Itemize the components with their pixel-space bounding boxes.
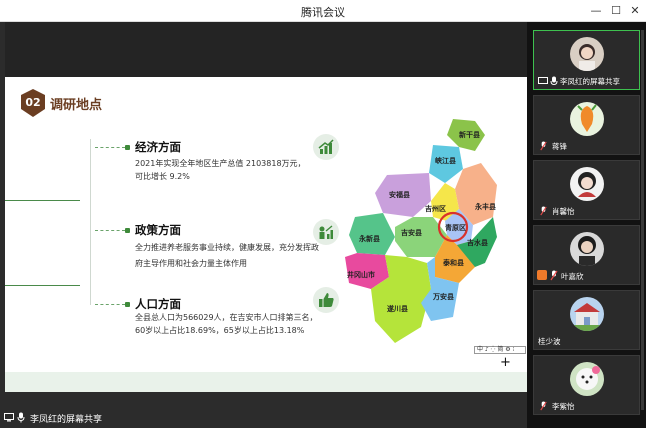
section-text-line: 全县总人口为566029人，在吉安市人口排第三名， [135, 313, 318, 322]
participant-name: 李紫怡 [552, 402, 575, 411]
map-label: 泰和县 [442, 258, 464, 267]
map-label: 峡江县 [435, 156, 456, 165]
section-bullet [125, 228, 130, 233]
section-text: 2021年实现全年地区生产总值 2103818万元， 可比增长 9.2% [135, 157, 315, 183]
avatar [570, 167, 604, 201]
input-method-toolbar[interactable]: 中 ♪ ⁛ 简 ⚙ ⁝ [474, 346, 526, 354]
participant-tile[interactable]: 蒋锋 [533, 95, 640, 155]
presentation-slide: 02 调研地点 经济方面 2021年实现全年地区生产总值 2103818万元， … [5, 77, 527, 372]
map-label: 永新县 [358, 234, 380, 243]
map-region-yongxin [349, 213, 395, 255]
participant-panel[interactable]: 李凤红的屏幕共享 蒋锋 肖馨怡 叶嘉欣 桂少波 李紫怡 [527, 22, 646, 428]
screen-share-area[interactable]: 02 调研地点 经济方面 2021年实现全年地区生产总值 2103818万元， … [0, 22, 527, 428]
section-text: 全县总人口为566029人，在吉安市人口排第三名， 60岁以上占比18.69%，… [135, 311, 335, 337]
screen-share-indicator[interactable]: 李凤红的屏幕共享 [0, 408, 170, 428]
minimize-icon[interactable]: — [588, 3, 604, 19]
participant-name: 桂少波 [538, 337, 561, 346]
section-heading: 人口方面 [135, 297, 181, 311]
avatar [570, 362, 604, 396]
map-label: 吉水县 [467, 238, 488, 247]
participant-tile[interactable]: 李紫怡 [533, 355, 640, 415]
participant-tile[interactable]: 肖馨怡 [533, 160, 640, 220]
timeline-horizontal-line [5, 200, 80, 201]
participant-tile[interactable]: 李凤红的屏幕共享 [533, 30, 640, 90]
map-label: 遂川县 [387, 304, 408, 313]
map-label: 吉安县 [401, 228, 422, 237]
section-text-line: 2021年实现全年地区生产总值 2103818万元， [135, 159, 306, 168]
mic-icon [17, 412, 25, 423]
map-label: 永丰县 [474, 202, 496, 211]
section-connector [95, 147, 125, 148]
slide-title: 调研地点 [50, 98, 103, 113]
timeline-vertical-line [90, 139, 91, 305]
slide-top-margin [5, 22, 527, 77]
mic-icon [550, 76, 558, 86]
panel-scrollbar[interactable] [641, 30, 644, 410]
section-text-line: 可比增长 9.2% [135, 172, 190, 181]
mic-muted-icon [550, 270, 558, 281]
timeline-horizontal-line [5, 285, 80, 286]
avatar [570, 232, 604, 266]
section-bullet [125, 302, 130, 307]
mic-muted-icon [540, 401, 547, 411]
participant-name: 肖馨怡 [552, 207, 575, 216]
crosshair-cursor-icon: + [500, 355, 511, 370]
section-connector [95, 230, 125, 231]
section-bullet [125, 145, 130, 150]
title-bar: 腾讯会议 — ☐ ✕ [0, 0, 646, 22]
map-label: 万安县 [432, 292, 454, 301]
mic-muted-icon [540, 206, 547, 216]
section-text-line: 府主导作用和社会力量主体作用 [135, 259, 247, 268]
map-label: 吉州区 [425, 204, 446, 213]
section-heading: 政策方面 [135, 223, 181, 237]
avatar [570, 37, 604, 71]
restore-icon[interactable]: ☐ [608, 3, 624, 19]
screen-share-label: 李凤红的屏幕共享 [30, 415, 103, 425]
participant-tile[interactable]: 叶嘉欣 [533, 225, 640, 285]
slide-bottom-band [5, 372, 527, 392]
map-label: 青原区 [445, 223, 466, 232]
avatar [570, 297, 604, 331]
screen-share-icon [538, 77, 548, 84]
section-text: 全力推进养老服务事业持续，健康发展，充分发挥政 府主导作用和社会力量主体作用 [135, 241, 345, 270]
section-text-line: 60岁以上占比18.69%，65岁以上占比13.18% [135, 326, 305, 335]
section-number: 02 [25, 96, 41, 109]
participant-name: 李凤红的屏幕共享 [560, 77, 620, 86]
meeting-window: 腾讯会议 — ☐ ✕ 02 调研地点 经济方面 2021年实现全年地区生产总值 … [0, 0, 646, 428]
map-label: 新干县 [459, 130, 480, 139]
participant-name: 蒋锋 [552, 142, 567, 151]
section-connector [95, 304, 125, 305]
map-label: 安福县 [389, 190, 410, 199]
screen-share-icon [4, 413, 14, 422]
county-map: 新干县 峡江县 安福县 吉州区 青原区 永丰县 永新县 吉安县 泰和县 井冈山市… [345, 119, 497, 343]
participant-tile[interactable]: 桂少波 [533, 290, 640, 350]
host-icon [537, 270, 547, 280]
mic-muted-icon [540, 141, 547, 151]
window-title: 腾讯会议 [301, 6, 345, 19]
avatar [570, 102, 604, 136]
map-label: 井冈山市 [347, 270, 375, 279]
section-heading: 经济方面 [135, 140, 181, 154]
close-icon[interactable]: ✕ [627, 3, 643, 19]
participant-name: 叶嘉欣 [561, 272, 584, 281]
